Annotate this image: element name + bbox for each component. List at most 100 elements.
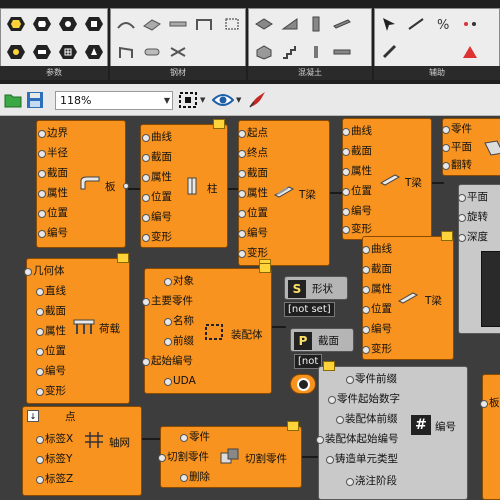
input-part[interactable]: 零件: [180, 431, 210, 443]
input-uda[interactable]: UDA: [164, 375, 196, 387]
steel-select-icon[interactable]: [221, 15, 243, 33]
value-list[interactable]: [481, 251, 500, 327]
steel-beam-icon[interactable]: [167, 15, 189, 33]
input-cut-part[interactable]: 切割零件: [158, 451, 209, 463]
output-port[interactable]: [123, 183, 129, 189]
steel-curve-icon[interactable]: [115, 15, 137, 33]
input-property[interactable]: 属性: [142, 171, 172, 183]
input-assembly-prefix[interactable]: 装配体前缀: [336, 413, 398, 425]
plate-component-partial[interactable]: 板: [480, 374, 500, 500]
line-tool-icon[interactable]: [405, 15, 427, 33]
chevron-down-icon[interactable]: ▼: [236, 96, 241, 104]
input-section[interactable]: 截面: [38, 167, 68, 179]
input-number[interactable]: 编号: [36, 365, 66, 377]
collapse-arrow-icon[interactable]: ↓: [27, 410, 39, 422]
load-component[interactable]: 几何体 直线 截面 属性 位置 编号 变形 荷载: [24, 253, 130, 404]
input-number[interactable]: 编号: [342, 205, 372, 217]
cut-part-component[interactable]: 零件 切割零件 删除 切割零件: [158, 421, 302, 488]
assembly-component[interactable]: 对象 主要零件 名称 前缀 起始编号 UDA 装配体: [142, 263, 272, 394]
pen-icon[interactable]: [379, 43, 401, 61]
input-flip[interactable]: 翻转: [442, 159, 472, 171]
input-point[interactable]: 点: [65, 411, 76, 423]
hexagon-grid-icon[interactable]: [57, 43, 79, 61]
axis-grid-component[interactable]: ↓ 点 标签X 标签Y 标签Z 轴网: [22, 406, 142, 496]
input-part-prefix[interactable]: 零件前缀: [346, 373, 397, 385]
concrete-block-icon[interactable]: [253, 43, 275, 61]
input-number[interactable]: 编号: [238, 227, 268, 239]
input-position[interactable]: 位置: [362, 303, 392, 315]
plate-component[interactable]: 边界 半径 截面 属性 位置 编号 板: [36, 120, 129, 248]
steel-plate-icon[interactable]: [141, 15, 163, 33]
input-label-y[interactable]: 标签Y: [35, 453, 72, 465]
input-label-z[interactable]: 标签Z: [35, 473, 73, 485]
save-file-icon[interactable]: [26, 91, 44, 109]
input-position[interactable]: 位置: [238, 207, 268, 219]
profile-parameter[interactable]: P 截面: [290, 328, 354, 352]
concrete-strip-icon[interactable]: [331, 43, 353, 61]
input-pour-phase[interactable]: 浇注阶段: [346, 475, 397, 487]
input-radius[interactable]: 半径: [38, 147, 68, 159]
concrete-beam-icon[interactable]: [331, 15, 353, 33]
input-boundary[interactable]: 边界: [38, 127, 68, 139]
input-prefix[interactable]: 前缀: [164, 335, 194, 347]
input-position[interactable]: 位置: [38, 207, 68, 219]
input-position[interactable]: 位置: [342, 185, 372, 197]
input-property[interactable]: 属性: [36, 325, 66, 337]
input-line[interactable]: 直线: [36, 285, 66, 297]
tbeam-curve-component[interactable]: 曲线 截面 属性 位置 编号 变形 T梁: [342, 118, 432, 240]
input-property[interactable]: 属性: [342, 165, 372, 177]
input-start-point[interactable]: 起点: [238, 127, 268, 139]
concrete-slab-icon[interactable]: [253, 15, 275, 33]
input-section[interactable]: 截面: [342, 145, 372, 157]
triangle-icon[interactable]: [459, 43, 481, 61]
input-name[interactable]: 名称: [164, 315, 194, 327]
input-section[interactable]: 截面: [142, 151, 172, 163]
numbering-component[interactable]: 零件前缀 零件起始数字 装配体前缀 装配体起始编号 铸造单元类型 浇注阶段 # …: [316, 361, 468, 500]
dots-icon[interactable]: [459, 15, 481, 33]
input-number[interactable]: 编号: [38, 227, 68, 239]
percent-icon[interactable]: %: [433, 15, 455, 33]
input-property[interactable]: 属性: [238, 187, 268, 199]
input-section[interactable]: 截面: [362, 263, 392, 275]
input-end-point[interactable]: 终点: [238, 147, 268, 159]
input-plate[interactable]: 板: [480, 397, 500, 409]
input-position[interactable]: 位置: [36, 345, 66, 357]
plane-rotate-component[interactable]: 平面 旋转 深度: [458, 184, 500, 334]
input-cast-type[interactable]: 铸造单元类型: [326, 453, 398, 465]
zoom-extents-icon[interactable]: [178, 91, 198, 109]
hexagon-tab-icon[interactable]: [31, 43, 53, 61]
input-main-part[interactable]: 主要零件: [142, 295, 193, 307]
grasshopper-canvas[interactable]: 边界 半径 截面 属性 位置 编号 板 曲线 截面 属性 位置 编号 变形 柱 …: [0, 116, 500, 500]
hexagon-shape-icon[interactable]: [31, 15, 53, 33]
hexagon-arrow-icon[interactable]: [83, 43, 105, 61]
input-geometry[interactable]: 几何体: [24, 265, 65, 277]
input-section[interactable]: 截面: [36, 305, 66, 317]
preview-eye-icon[interactable]: [211, 92, 235, 108]
input-delete[interactable]: 删除: [180, 471, 210, 483]
tbeam-points-component[interactable]: 起点 终点 截面 属性 位置 编号 变形 T梁: [238, 120, 330, 269]
shape-parameter[interactable]: S 形状: [284, 276, 348, 300]
input-number[interactable]: 编号: [362, 323, 392, 335]
hexagon-point-icon[interactable]: [57, 15, 79, 33]
input-curve[interactable]: 曲线: [342, 125, 372, 137]
input-property[interactable]: 属性: [362, 283, 392, 295]
tbeam-curve-component-2[interactable]: 曲线 截面 属性 位置 编号 变形 T梁: [362, 231, 454, 360]
zoom-select[interactable]: 118% ▼: [55, 91, 173, 110]
sketch-brush-icon[interactable]: [247, 90, 269, 110]
concrete-wedge-icon[interactable]: [279, 15, 301, 33]
input-depth[interactable]: 深度: [458, 231, 488, 243]
hexagon-box-icon[interactable]: [83, 15, 105, 33]
column-component[interactable]: 曲线 截面 属性 位置 编号 变形 柱: [140, 119, 228, 248]
input-property[interactable]: 属性: [38, 187, 68, 199]
hexagon-gear-icon[interactable]: [5, 43, 27, 61]
input-deform[interactable]: 变形: [362, 343, 392, 355]
input-deform[interactable]: 变形: [142, 231, 172, 243]
input-part-start[interactable]: 零件起始数字: [328, 393, 400, 405]
steel-bent-icon[interactable]: [115, 43, 137, 61]
input-object[interactable]: 对象: [164, 275, 194, 287]
input-rotate[interactable]: 旋转: [458, 211, 488, 223]
pointer-icon[interactable]: [379, 15, 401, 33]
input-label-x[interactable]: 标签X: [35, 433, 73, 445]
input-curve[interactable]: 曲线: [142, 131, 172, 143]
input-number[interactable]: 编号: [142, 211, 172, 223]
